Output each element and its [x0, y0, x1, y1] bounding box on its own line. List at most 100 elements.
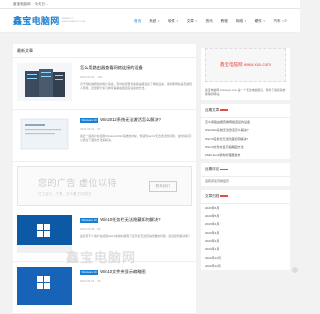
nav-item-news[interactable]: 资讯: [201, 17, 216, 25]
nav-label: 首页: [134, 18, 142, 23]
list-item[interactable]: Windows 10 Win2012系统无法激活怎么解决? 2023-06-02…: [13, 110, 196, 162]
nav-item-network[interactable]: 网络 ▼: [232, 17, 251, 25]
article-meta: 2023-06-02 97: [80, 127, 192, 131]
contact-button[interactable]: 联系我们: [148, 180, 177, 192]
article-date: 2023-05-21: [80, 279, 95, 283]
article-views: 84: [97, 227, 101, 231]
nav-label: 系统: [149, 18, 157, 23]
article-date: 2023-06-02: [80, 127, 95, 131]
list-item[interactable]: Windows 10 Win10文件夹显示缩略图 2023-05-21 66: [13, 262, 196, 314]
sidebar-link[interactable]: AMD Zen3架构处理器发布: [201, 151, 290, 159]
nav-item-hardware[interactable]: 硬件 ▼: [251, 17, 270, 25]
sidebar-link[interactable]: Win10任务栏无法隐藏如何解决?: [201, 135, 290, 143]
article-views: 66: [97, 279, 101, 283]
sidebar-heading-text: 近期评论: [205, 167, 220, 172]
article-date: 2023-05-28: [80, 227, 95, 231]
sidebar-heading: 近期评论: [201, 163, 290, 178]
archive-link[interactable]: 2023年4月: [201, 220, 290, 228]
list-item[interactable]: 怎么用路由器查看网络连接的设备 2023-06-09 123 对于刚接触网络的用…: [13, 58, 196, 110]
nav-label: 网络: [235, 18, 244, 23]
article-title[interactable]: Windows 10 Win10文件夹显示缩略图: [80, 269, 192, 275]
heading-accent: [220, 168, 229, 171]
article-title-text: Win2012系统无法激活怎么解决?: [100, 117, 161, 122]
article-title[interactable]: Windows 10 Win2012系统无法激活怎么解决?: [80, 117, 192, 123]
ad-title: 您的广告 虚位以待: [38, 177, 118, 188]
sidebar-link[interactable]: Win10文件夹显示缩略图方法: [201, 143, 290, 151]
sidebar-heading: 近期文章: [201, 104, 290, 118]
nav-item-home[interactable]: 首页: [130, 17, 145, 25]
nav-label: 软件: [167, 18, 176, 23]
article-views: 123: [97, 75, 102, 79]
sidebar-comments: 近期评论 没有评论可供显示: [201, 163, 290, 186]
sidebar-link[interactable]: 怎么用路由器查看网络连接的设备: [201, 118, 290, 126]
topbar: 鑫宝电脑网 今天已...: [0, 0, 300, 9]
sidebar-heading-text: 近期文章: [205, 108, 220, 112]
header: 鑫宝电脑网 XINBAO PC WWW.XINBAOPC.COM 首页 系统 ▼ …: [0, 9, 300, 33]
ad-banner[interactable]: 您的广告 虚位以待 打工百万、千里、万人看 打次成交 联系我们: [17, 166, 192, 206]
topbar-item-1[interactable]: 今天已...: [35, 2, 48, 7]
search-icon[interactable]: ⌕: [284, 18, 287, 24]
article-title-text: 怎么用路由器查看网络连接的设备: [80, 65, 143, 70]
chevron-down-icon: ▼: [244, 19, 247, 23]
article-excerpt: 对于刚接触网络的用户来说，有时候需要查看路由器连接了哪些设备，来判断网络是否被别…: [80, 82, 192, 90]
article-excerpt: 最近一些用户在使用Windows2012系统的时候，却遇到win10无法激活的问…: [80, 134, 192, 142]
archive-link[interactable]: 2023年1月: [201, 245, 290, 253]
sidebar-promo-box: 鑫宝电脑网 www.xxx.com 鑫宝电脑网 xinbaopc.com 是一个…: [201, 48, 290, 100]
site-logo[interactable]: 鑫宝电脑网 XINBAO PC WWW.XINBAOPC.COM: [13, 14, 85, 27]
archive-link[interactable]: 2023年2月: [201, 237, 290, 245]
article-excerpt: 最近有不少用户在使用win10系统时遇到了任务栏无法自动隐藏的问题，这该如何解决…: [80, 234, 191, 238]
sidebar-recent: 近期文章 怎么用路由器查看网络连接的设备 Win2012系统无法激活怎么解决? …: [201, 104, 290, 160]
archive-link[interactable]: 2022年11月: [201, 262, 290, 270]
chevron-down-icon: ▼: [194, 19, 198, 23]
logo-subtitle: XINBAO PC WWW.XINBAOPC.COM: [62, 18, 86, 24]
main-nav: 首页 系统 ▼ 软件 ▼ 文章 ▼ 资讯 教程 网络 ▼ 硬件 ▼ 汽车 ▼: [130, 17, 288, 25]
chevron-down-icon: ▼: [176, 19, 179, 23]
watermark: 鑫宝电脑网: [66, 250, 137, 265]
topbar-item-0[interactable]: 鑫宝电脑网: [13, 2, 31, 7]
logo-sub-line-2: WWW.XINBAOPC.COM: [61, 20, 86, 23]
ad-subtitle: 打工百万、千里、万人看 打次成交: [38, 191, 92, 196]
logo-title: 鑫宝电脑网: [13, 16, 60, 26]
nav-label: 硬件: [254, 18, 262, 23]
sidebar-heading: 文章归档: [201, 190, 290, 204]
article-date: 2023-06-09: [80, 75, 95, 79]
article-meta: 2023-05-28 84: [80, 227, 192, 231]
heading-accent: [220, 195, 229, 197]
os-tag: Windows 10: [80, 217, 99, 223]
heading-accent: [220, 109, 229, 111]
nav-label: 汽车: [273, 18, 281, 23]
nav-label: 文章: [186, 18, 194, 23]
article-thumbnail[interactable]: [17, 267, 72, 305]
empty-comments: 没有评论可供显示: [205, 179, 230, 184]
sidebar-archives: 文章归档 2023年6月 2023年5月 2023年4月 2023年3月 202…: [201, 189, 290, 271]
sidebar: 鑫宝电脑网 www.xxx.com 鑫宝电脑网 xinbaopc.com 是一个…: [201, 44, 290, 274]
nav-label: 资讯: [205, 18, 213, 23]
os-tag: Windows 10: [80, 269, 99, 275]
os-tag: Windows 10: [80, 117, 99, 123]
article-thumbnail[interactable]: [17, 115, 72, 153]
article-title-text: Win10任务栏无法隐藏如何解决?: [100, 217, 161, 222]
main-content: 最新文章 怎么用路由器查看网络连接的设备 2023-06-09 123 对于刚接…: [13, 44, 196, 314]
nav-item-articles[interactable]: 文章 ▼: [183, 17, 202, 25]
nav-item-software[interactable]: 软件 ▼: [164, 17, 183, 25]
nav-item-tutorials[interactable]: 教程: [217, 17, 232, 25]
nav-label: 教程: [220, 18, 228, 23]
archive-link[interactable]: 2023年5月: [201, 212, 290, 220]
article-meta: 2023-06-09 123: [80, 75, 192, 79]
chat-icon[interactable]: [292, 267, 298, 273]
promo-banner[interactable]: 鑫宝电脑网 www.xxx.com: [205, 48, 286, 82]
section-title: 最新文章: [13, 44, 196, 58]
chevron-down-icon: ▼: [262, 19, 266, 23]
article-title[interactable]: 怎么用路由器查看网络连接的设备: [80, 65, 192, 71]
article-thumbnail[interactable]: [17, 215, 72, 253]
article-title[interactable]: Windows 10 Win10任务栏无法隐藏如何解决?: [80, 217, 192, 223]
article-thumbnail[interactable]: [17, 63, 72, 101]
site-blurb: 鑫宝电脑网 xinbaopc.com 是一个专注电脑知识、软件下载和系统教程的网…: [205, 88, 286, 96]
sidebar-heading-text: 文章归档: [205, 193, 220, 198]
nav-item-system[interactable]: 系统 ▼: [145, 17, 164, 25]
archive-link[interactable]: 2023年6月: [201, 204, 290, 212]
sidebar-link[interactable]: Win2012系统无法激活怎么解决?: [201, 126, 290, 134]
archive-link[interactable]: 2022年12月: [201, 254, 290, 262]
archive-link[interactable]: 2023年3月: [201, 229, 290, 237]
chevron-down-icon: ▼: [157, 19, 160, 23]
